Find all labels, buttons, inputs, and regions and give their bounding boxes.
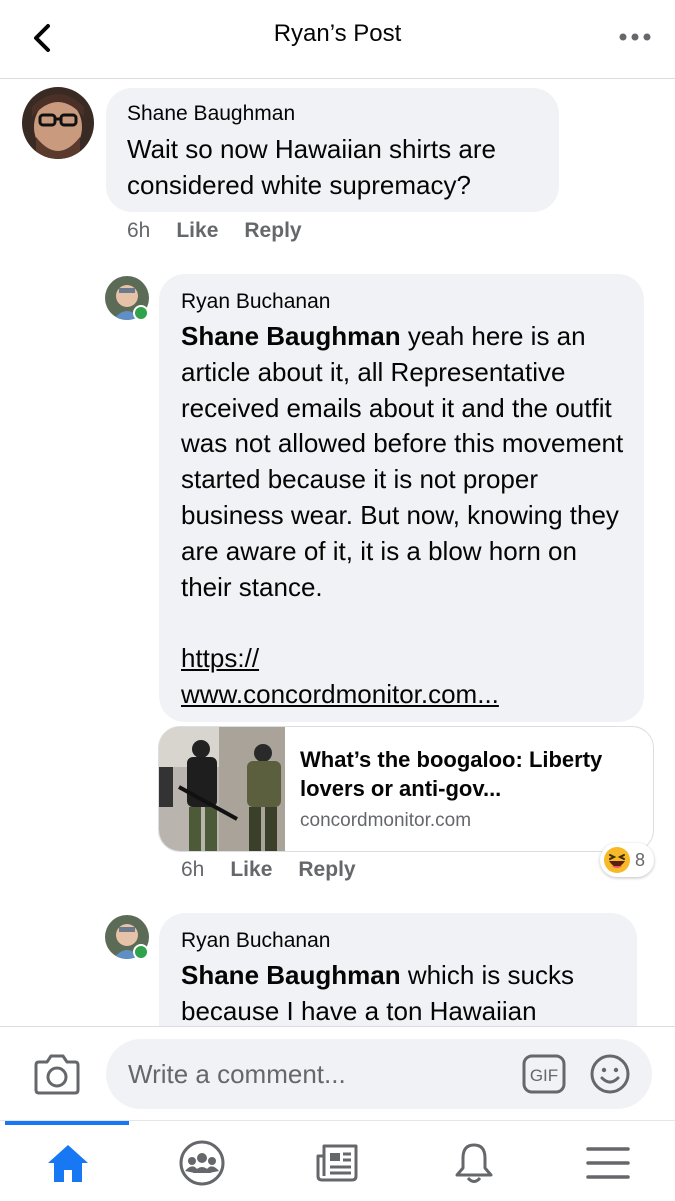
like-button[interactable]: Like [176,219,218,242]
comment-composer: GIF [0,1026,675,1121]
comment-text: Wait so now Hawaiian shirts are consider… [127,134,496,200]
gif-label: GIF [530,1066,558,1085]
tab-notifications[interactable] [444,1135,504,1191]
avatar[interactable] [22,87,94,159]
tab-home[interactable] [38,1135,98,1191]
camera-icon [34,1054,80,1095]
comment-author[interactable]: Shane Baughman [127,102,295,126]
tab-menu[interactable] [578,1135,638,1191]
more-dots-icon [619,33,651,41]
comment-text: Shane Baughman which is sucks because I … [181,958,631,1026]
comment-text: Shane Baughman yeah here is an article a… [181,319,631,713]
mention-link[interactable]: Shane Baughman [181,960,401,990]
emoji-button[interactable] [589,1053,631,1095]
comment-actions: 6h Like Reply [127,219,328,243]
comment-author[interactable]: Ryan Buchanan [181,290,330,314]
tab-groups[interactable] [172,1135,232,1191]
gif-button[interactable]: GIF [522,1054,566,1094]
tab-news-feed[interactable] [307,1135,367,1191]
url-link[interactable]: https:// [181,643,259,673]
comment-author[interactable]: Ryan Buchanan [181,929,330,953]
comment-input[interactable] [106,1039,652,1109]
like-button[interactable]: Like [230,858,272,881]
link-preview-domain: concordmonitor.com [300,810,472,831]
link-preview-title: What’s the boogaloo: Liberty lovers or a… [300,747,603,801]
online-status-dot [133,944,149,960]
mention-link[interactable]: Shane Baughman [181,321,401,351]
reply-button[interactable]: Reply [244,219,301,242]
smiley-icon [590,1054,630,1094]
bottom-navigation [0,1120,675,1201]
active-tab-indicator [5,1121,129,1125]
laughing-emoji-icon [604,847,630,873]
reply-button[interactable]: Reply [298,858,355,881]
comments-list: Shane Baughman Wait so now Hawaiian shir… [0,79,675,1026]
comment-body: yeah here is an article about it, all Re… [181,321,624,602]
camera-button[interactable] [33,1052,81,1096]
reaction-count: 8 [635,849,646,870]
comment-timestamp: 6h [181,858,205,881]
more-options-button[interactable] [615,20,655,54]
url-link[interactable]: www.concordmonitor.com... [181,679,499,709]
online-status-dot [133,305,149,321]
link-preview-card[interactable]: What’s the boogaloo: Liberty lovers or a… [158,726,654,852]
home-icon [48,1145,88,1182]
news-feed-icon [316,1144,358,1182]
notifications-bell-icon [455,1143,493,1183]
comment-actions: 6h Like Reply [181,858,382,882]
gif-icon: GIF [522,1054,566,1094]
link-preview-image [159,727,285,851]
menu-icon [586,1147,630,1179]
reaction-summary[interactable]: 8 [600,843,654,877]
comment-timestamp: 6h [127,219,151,242]
groups-icon [179,1140,225,1186]
top-bar: Ryan’s Post [0,0,675,79]
page-title: Ryan’s Post [273,20,402,47]
